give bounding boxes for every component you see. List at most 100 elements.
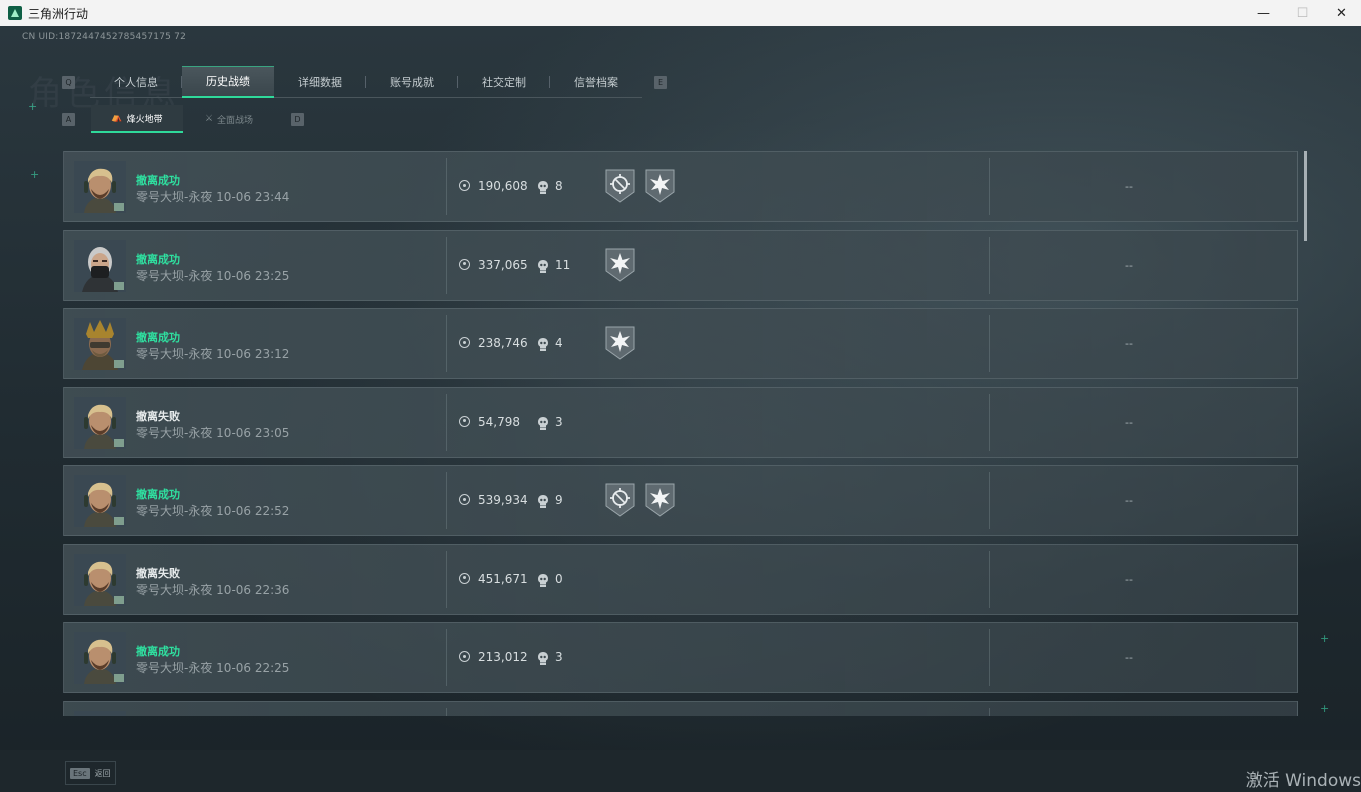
star-burst-icon [644, 168, 676, 204]
operator-avatar [74, 710, 126, 716]
tab-account-achievements[interactable]: 账号成就 [366, 67, 458, 98]
extracted-value: 337,065 [478, 257, 528, 272]
column-divider [989, 236, 990, 294]
map-and-time: 零号大坝-永夜 10-06 22:52 [136, 502, 289, 519]
close-button[interactable]: ✕ [1322, 0, 1361, 26]
map-and-time: 零号大坝-永夜 10-06 23:25 [136, 267, 289, 284]
back-button[interactable]: Esc 返回 [65, 761, 116, 785]
extra-info: -- [1125, 651, 1133, 664]
column-divider [446, 550, 447, 608]
tab-prev-key[interactable]: Q [62, 75, 75, 89]
match-row[interactable]: 撤离成功 [63, 700, 1298, 716]
kill-count: 9 [555, 493, 563, 507]
map-name: 零号大坝-永夜 [136, 190, 213, 204]
mode-tabs: A ⛺ 烽火地带 ⚔ 全面战场 D [62, 105, 304, 133]
tab-label: 历史战绩 [206, 75, 250, 88]
maximize-button[interactable]: ☐ [1283, 0, 1322, 26]
kill-count: 11 [555, 257, 571, 272]
subtab-prev-key[interactable]: A [62, 112, 75, 126]
operator-avatar [74, 396, 126, 449]
extraction-result: 撤离成功 [136, 488, 180, 501]
coin-icon [459, 651, 470, 662]
star-burst-icon [604, 325, 636, 361]
skull-icon [538, 493, 548, 508]
kill-count: 0 [555, 571, 563, 586]
match-history-list[interactable]: 撤离成功 零号大坝-永夜 10-06 23:44 190,608 8 -- 撤离… [63, 151, 1298, 716]
skull-icon [538, 258, 548, 273]
back-label: 返回 [94, 768, 111, 778]
coin-icon [459, 572, 470, 584]
column-divider [446, 236, 447, 294]
crosshair-decoration-icon: + [28, 100, 38, 113]
crosshair-decoration-icon: + [1320, 702, 1330, 715]
crosshair-decoration-icon: + [1320, 632, 1330, 645]
list-scrollbar[interactable] [1304, 151, 1307, 241]
match-time: 10-06 23:05 [216, 425, 290, 440]
camp-icon: ⛺ [111, 113, 123, 123]
operator-avatar [74, 632, 126, 684]
match-row[interactable]: 撤离失败 零号大坝-永夜 10-06 22:36 451,671 0 -- [63, 543, 1298, 615]
extraction-result: 撤离成功 [136, 252, 180, 266]
extracted-value: 213,012 [478, 650, 528, 664]
kill-count: 4 [555, 336, 563, 350]
tab-reputation[interactable]: 信誉档案 [550, 67, 642, 98]
coin-icon [459, 494, 470, 505]
tab-match-history[interactable]: 历史战绩 [182, 66, 274, 98]
extra-info: -- [1125, 337, 1133, 350]
column-divider [989, 629, 990, 686]
minimize-button[interactable]: — [1244, 0, 1283, 26]
subtab-warfare[interactable]: ⚔ 全面战场 [183, 106, 275, 132]
tab-next-key[interactable]: E [654, 75, 667, 89]
column-divider [446, 472, 447, 529]
extra-info: -- [1125, 258, 1133, 272]
tab-detailed-data[interactable]: 详细数据 [274, 67, 366, 98]
extra-info: -- [1125, 415, 1133, 429]
main-tabs: Q 个人信息 历史战绩 详细数据 账号成就 社交定制 信誉档案 E [62, 66, 667, 98]
map-name: 零号大坝-永夜 [136, 582, 213, 597]
subtab-operations[interactable]: ⛺ 烽火地带 [91, 105, 183, 133]
subtab-label: 烽火地带 [126, 114, 163, 125]
match-time: 10-06 23:44 [216, 190, 290, 204]
star-burst-icon [644, 482, 676, 518]
extraction-result: 撤离失败 [136, 409, 180, 423]
match-row[interactable]: 撤离成功 零号大坝-永夜 10-06 22:25 213,012 3 -- [63, 622, 1298, 693]
kill-count: 8 [555, 179, 563, 193]
map-and-time: 零号大坝-永夜 10-06 23:05 [136, 424, 289, 441]
column-divider [989, 707, 990, 716]
map-name: 零号大坝-永夜 [136, 661, 213, 675]
match-row[interactable]: 撤离成功 零号大坝-永夜 10-06 22:52 539,934 9 -- [63, 465, 1298, 536]
column-divider [446, 629, 447, 686]
column-divider [989, 315, 990, 372]
extraction-result: 撤离成功 [136, 645, 180, 658]
coin-icon [459, 337, 470, 348]
achievement-badges [604, 482, 676, 518]
match-row[interactable]: 撤离成功 零号大坝-永夜 10-06 23:12 238,746 4 -- [63, 308, 1298, 379]
match-row[interactable]: 撤离成功 零号大坝-永夜 10-06 23:25 337,065 11 -- [63, 229, 1298, 301]
subtab-next-key[interactable]: D [291, 112, 304, 126]
coin-icon [459, 415, 470, 427]
skull-icon [538, 336, 548, 351]
extra-info: -- [1125, 494, 1133, 507]
operator-avatar [74, 475, 126, 527]
extracted-value: 539,934 [478, 493, 528, 507]
map-and-time: 零号大坝-永夜 10-06 22:36 [136, 581, 289, 598]
window-title: 三角洲行动 [28, 6, 89, 21]
skull-icon [538, 572, 548, 587]
battlefield-icon: ⚔ [204, 114, 214, 124]
match-row[interactable]: 撤离失败 零号大坝-永夜 10-06 23:05 54,798 3 -- [63, 386, 1298, 458]
operator-avatar [74, 161, 126, 213]
map-name: 零号大坝-永夜 [136, 425, 213, 440]
window-titlebar: 三角洲行动 — ☐ ✕ [0, 0, 1361, 27]
match-time: 10-06 22:25 [216, 661, 290, 675]
map-and-time: 零号大坝-永夜 10-06 22:25 [136, 659, 289, 676]
esc-key: Esc [70, 767, 90, 779]
footer-bar [0, 750, 1361, 792]
tab-personal-info[interactable]: 个人信息 [90, 67, 182, 98]
tab-social-custom[interactable]: 社交定制 [458, 67, 550, 98]
extraction-result: 撤离失败 [136, 566, 180, 580]
coin-icon [459, 180, 470, 191]
activate-windows-watermark: 激活 Windows [1245, 771, 1361, 791]
match-row[interactable]: 撤离成功 零号大坝-永夜 10-06 23:44 190,608 8 -- [63, 151, 1298, 222]
column-divider [989, 550, 990, 608]
player-uid: CN UID:1872447452785457175 72 [22, 32, 186, 42]
